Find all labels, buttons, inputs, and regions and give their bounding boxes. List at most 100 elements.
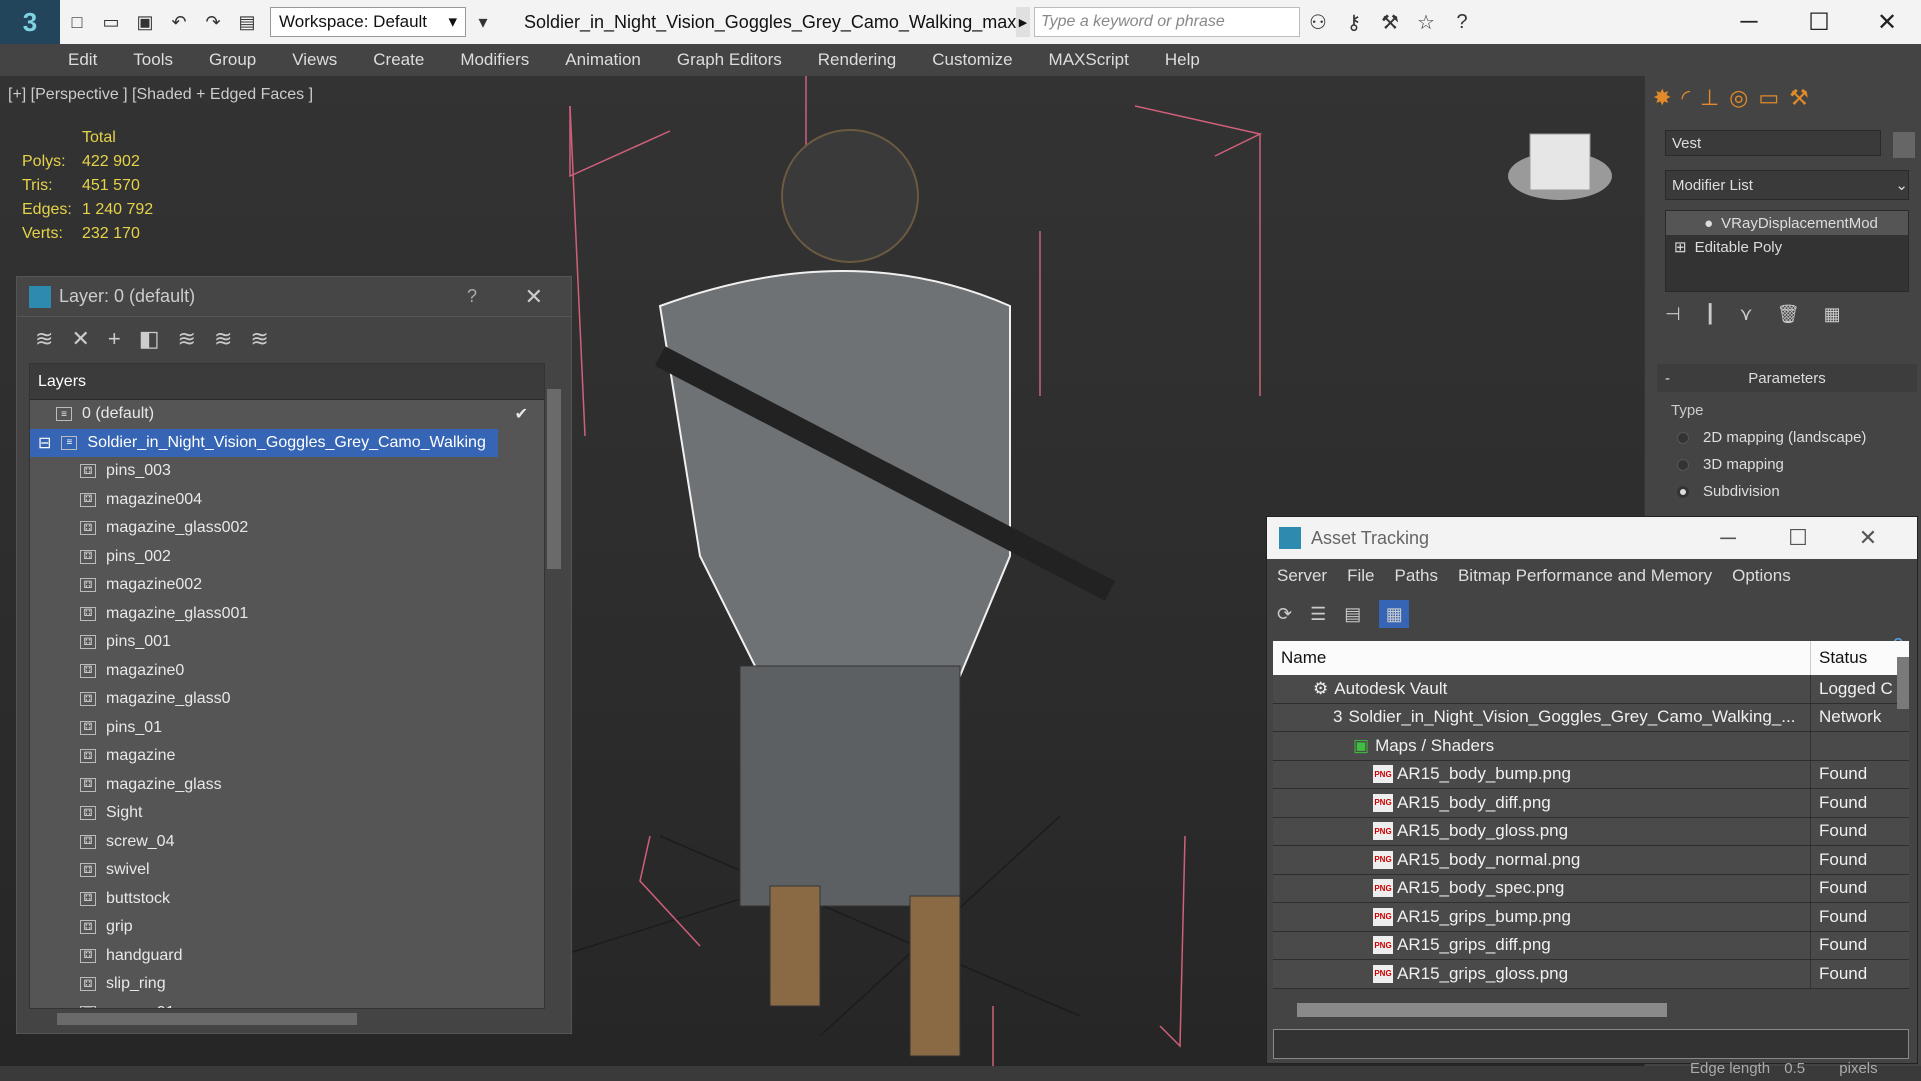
asset-table[interactable]: Name Status ⚙ Autodesk Vault Logged C 3 Sold… [1273, 641, 1909, 993]
delete-layer-icon[interactable]: ✕ [71, 326, 89, 352]
search-input[interactable]: Type a keyword or phrase [1034, 7, 1300, 37]
radio-selected-icon[interactable] [1677, 485, 1689, 498]
add-selection-icon[interactable]: + [108, 326, 121, 352]
layer-object-item[interactable]: ⚃ pins_003 [30, 457, 544, 486]
close-button[interactable]: ✕ [1833, 517, 1903, 559]
asset-row[interactable]: PNG AR15_body_normal.png Found [1273, 846, 1909, 875]
asset-row[interactable]: ⚙ Autodesk Vault Logged C [1273, 675, 1909, 704]
layer-object-item[interactable]: ⚃ magazine004 [30, 486, 544, 515]
parameters-header[interactable]: - Parameters [1657, 364, 1917, 392]
modifier-stack[interactable]: ● VRayDisplacementMod ⊞ Editable Poly [1665, 210, 1909, 292]
layer-object-item[interactable]: ⚃ pins_001 [30, 628, 544, 657]
column-name[interactable]: Name [1273, 641, 1811, 675]
minimize-button[interactable]: ─ [1693, 517, 1763, 559]
menu-create[interactable]: Create [373, 50, 424, 70]
create-tab-icon[interactable]: ✸ [1653, 85, 1671, 111]
active-layer-check-icon[interactable]: ✔ [515, 404, 528, 424]
menu-bitmap-performance[interactable]: Bitmap Performance and Memory [1458, 566, 1712, 586]
edge-length-value[interactable]: 0.5 [1784, 1060, 1805, 1077]
layer-object-item[interactable]: ⚃ magazine_glass001 [30, 600, 544, 629]
configure-modifier-sets-icon[interactable]: ▦ [1824, 304, 1841, 334]
viewcube-icon[interactable] [1508, 133, 1612, 200]
menu-customize[interactable]: Customize [932, 50, 1012, 70]
new-file-icon[interactable]: □ [60, 7, 94, 37]
close-icon[interactable]: ✕ [525, 284, 543, 310]
layer-list-hscrollbar[interactable] [57, 1013, 357, 1025]
menu-maxscript[interactable]: MAXScript [1049, 50, 1129, 70]
asset-row[interactable]: ▣ Maps / Shaders [1273, 732, 1909, 761]
asset-row[interactable]: PNG AR15_grips_bump.png Found [1273, 903, 1909, 932]
app-logo-icon[interactable]: 3 [0, 0, 60, 44]
menu-tools[interactable]: Tools [133, 50, 173, 70]
menu-help[interactable]: Help [1165, 50, 1200, 70]
hierarchy-tab-icon[interactable]: ⊥ [1700, 85, 1719, 111]
asset-row[interactable]: PNG AR15_grips_gloss.png Found [1273, 960, 1909, 989]
column-status[interactable]: Status [1811, 648, 1867, 668]
menu-animation[interactable]: Animation [565, 50, 641, 70]
layer-object-item[interactable]: ⚃ buttstock [30, 885, 544, 914]
tools-icon[interactable]: ⚒ [1372, 7, 1408, 37]
help-icon[interactable]: ? [1444, 7, 1480, 37]
menu-options[interactable]: Options [1732, 566, 1791, 586]
menu-file[interactable]: File [1347, 566, 1374, 586]
minimize-button[interactable]: ─ [1714, 0, 1784, 44]
utilities-tab-icon[interactable]: ⚒ [1789, 85, 1809, 111]
layer-object-item[interactable]: ⚃ magazine_glass002 [30, 514, 544, 543]
project-folder-icon[interactable]: ▤ [230, 7, 264, 37]
layer-panel-titlebar[interactable]: Layer: 0 (default) ? ✕ [17, 277, 571, 317]
asset-table-vscrollbar[interactable] [1897, 657, 1909, 709]
object-name-field[interactable]: Vest [1665, 130, 1881, 156]
menu-paths[interactable]: Paths [1394, 566, 1437, 586]
layer-object-item[interactable]: ⚃ magazine0 [30, 657, 544, 686]
asset-row[interactable]: PNG AR15_body_gloss.png Found [1273, 817, 1909, 846]
freeze-layers-icon[interactable]: ≋ [250, 326, 268, 352]
menu-views[interactable]: Views [292, 50, 337, 70]
modifier-stack-item[interactable]: ⊞ Editable Poly [1666, 235, 1908, 259]
show-end-result-icon[interactable]: ┃ [1705, 304, 1716, 334]
layer-object-item[interactable]: ⚃ Sight [30, 799, 544, 828]
modifier-list-dropdown[interactable]: Modifier List ⌄ [1665, 170, 1909, 200]
viewport-label[interactable]: [+] [Perspective ] [Shaded + Edged Faces… [8, 86, 313, 104]
asset-row[interactable]: PNG AR15_body_spec.png Found [1273, 874, 1909, 903]
refresh-icon[interactable]: ⟳ [1277, 604, 1292, 625]
select-objects-icon[interactable]: ◧ [139, 326, 160, 352]
undo-icon[interactable]: ↶ [162, 7, 196, 37]
remove-modifier-icon[interactable]: 🗑 [1777, 304, 1800, 334]
lightbulb-icon[interactable]: ● [1704, 215, 1713, 232]
layer-object-item[interactable]: ⚃ pins_01 [30, 714, 544, 743]
menu-rendering[interactable]: Rendering [818, 50, 896, 70]
radio-2d-mapping[interactable]: 2D mapping (landscape) [1677, 429, 1917, 446]
open-file-icon[interactable]: ▭ [94, 7, 128, 37]
maximize-button[interactable]: ☐ [1763, 517, 1833, 559]
object-color-swatch[interactable] [1893, 132, 1915, 158]
menu-group[interactable]: Group [209, 50, 256, 70]
layer-object-item[interactable]: ⚃ screw_04 [30, 828, 544, 857]
motion-tab-icon[interactable]: ◎ [1729, 85, 1748, 111]
asset-tracking-titlebar[interactable]: Asset Tracking ─ ☐ ✕ [1267, 517, 1917, 559]
menu-server[interactable]: Server [1277, 566, 1327, 586]
make-unique-icon[interactable]: ⋎ [1740, 304, 1753, 334]
list-view-icon[interactable]: ☰ [1310, 604, 1326, 625]
collapse-icon[interactable]: - [1665, 370, 1670, 387]
new-layer-icon[interactable]: ≋ [35, 326, 53, 352]
layer-default[interactable]: ≡ 0 (default) ✔ [30, 400, 544, 429]
layer-object-item[interactable]: ⚃ swivel [30, 856, 544, 885]
radio-subdivision[interactable]: Subdivision [1677, 483, 1917, 500]
maximize-button[interactable]: ☐ [1784, 0, 1854, 44]
star-icon[interactable]: ☆ [1408, 7, 1444, 37]
menu-edit[interactable]: Edit [68, 50, 97, 70]
radio-icon[interactable] [1677, 458, 1689, 471]
collapse-icon[interactable]: ⊟ [38, 433, 51, 453]
layer-selected[interactable]: ⊟ ≡ Soldier_in_Night_Vision_Goggles_Grey… [30, 428, 498, 457]
table-view-icon[interactable]: ▦ [1379, 600, 1410, 628]
expand-icon[interactable]: ⊞ [1674, 238, 1687, 256]
asset-row[interactable]: PNG AR15_body_diff.png Found [1273, 789, 1909, 818]
redo-icon[interactable]: ↷ [196, 7, 230, 37]
menu-graph-editors[interactable]: Graph Editors [677, 50, 782, 70]
layer-list-scrollbar[interactable] [547, 389, 561, 569]
asset-row[interactable]: PNG AR15_grips_diff.png Found [1273, 931, 1909, 960]
help-button[interactable]: ? [467, 286, 477, 307]
radio-3d-mapping[interactable]: 3D mapping [1677, 456, 1917, 473]
asset-table-hscrollbar[interactable] [1297, 1003, 1667, 1017]
radio-icon[interactable] [1677, 431, 1689, 444]
